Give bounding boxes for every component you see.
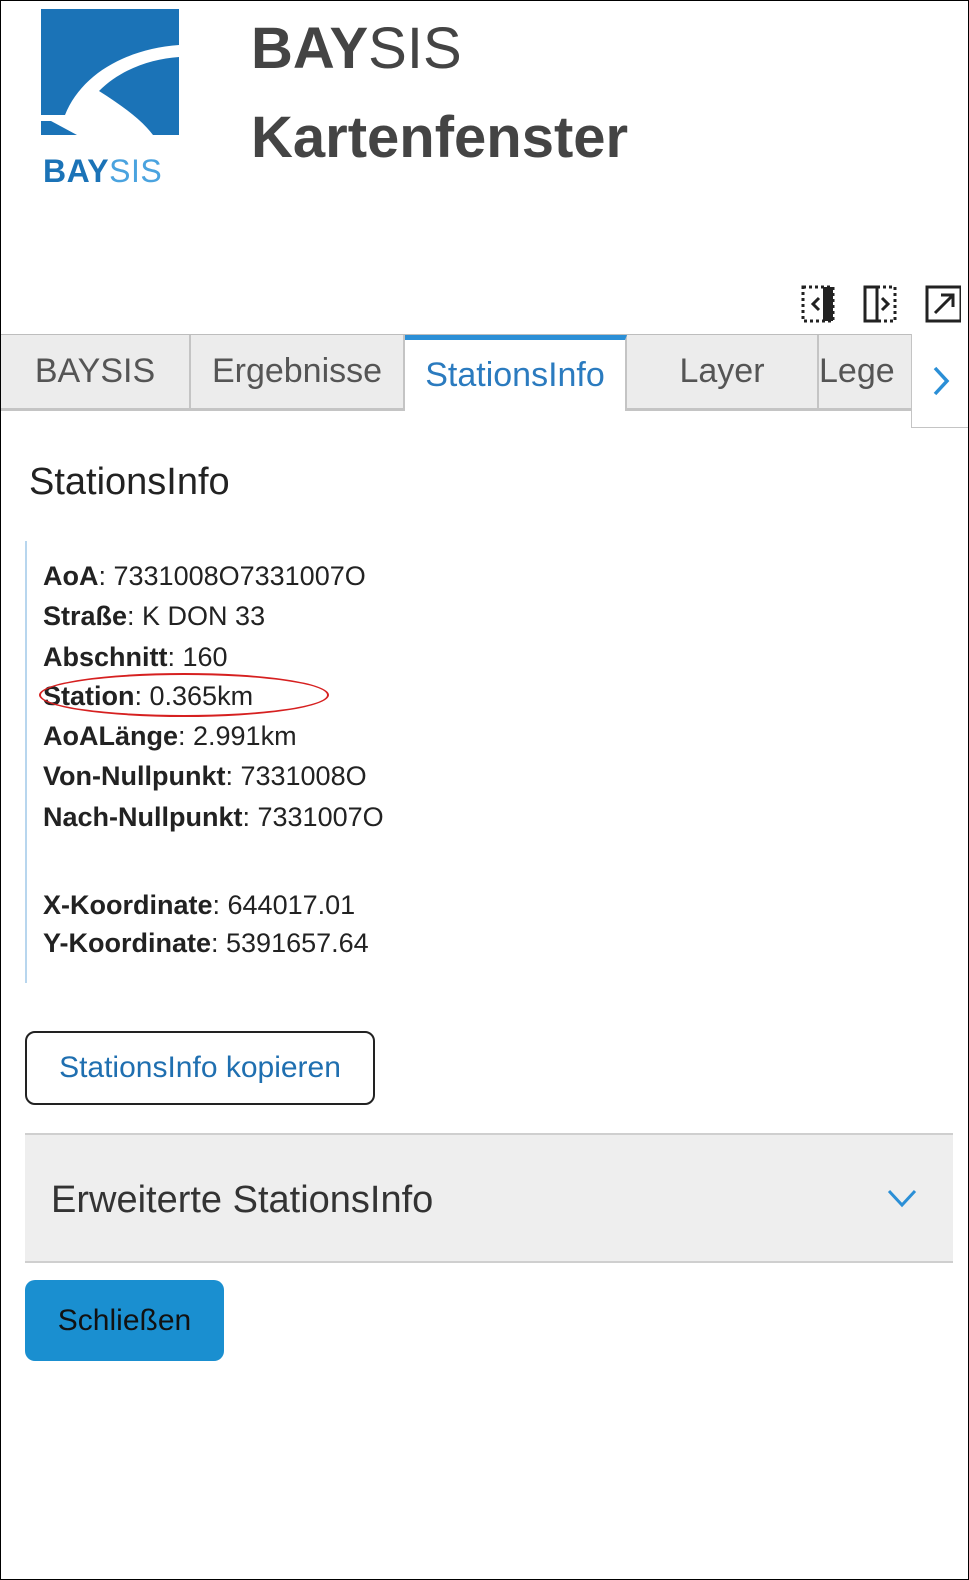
chevron-right-icon	[933, 366, 950, 395]
info-row-strasse: Straße: K DON 33	[43, 601, 266, 631]
logo-text: BAYSIS	[43, 153, 163, 189]
app-subtitle: Kartenfenster	[251, 105, 629, 170]
tab-scroll-next-button[interactable]	[911, 334, 968, 428]
chevron-down-icon	[887, 1189, 917, 1208]
baysis-logo-icon	[41, 9, 179, 135]
close-button[interactable]: Schließen	[25, 1280, 224, 1361]
baysis-logo: BAYSIS	[41, 9, 181, 191]
station-highlight-ellipse	[39, 673, 329, 717]
tab-bar: BAYSIS Ergebnisse StationsInfo Layer Leg…	[1, 334, 968, 413]
copy-stationsinfo-button[interactable]: StationsInfo kopieren	[25, 1031, 375, 1105]
stationsinfo-window: BAYSIS BAYSIS Kartenfenster BAYSIS Ergeb…	[0, 0, 969, 1580]
tab-stationsinfo[interactable]: StationsInfo	[405, 335, 627, 411]
info-row-nach-nullpunkt: Nach-Nullpunkt: 7331007O	[43, 802, 384, 832]
accordion-title: Erweiterte StationsInfo	[51, 1179, 434, 1221]
info-row-y-koordinate: Y-Koordinate: 5391657.64	[43, 928, 369, 958]
open-external-icon[interactable]	[925, 284, 963, 324]
dock-right-icon[interactable]	[863, 284, 899, 324]
info-row-abschnitt: Abschnitt: 160	[43, 642, 228, 672]
dock-left-icon[interactable]	[801, 284, 837, 324]
info-row-x-koordinate: X-Koordinate: 644017.01	[43, 890, 356, 920]
tab-layer[interactable]: Layer	[627, 335, 819, 411]
tab-ergebnisse[interactable]: Ergebnisse	[191, 335, 405, 411]
tab-baysis[interactable]: BAYSIS	[1, 335, 191, 411]
erweiterte-stationsinfo-accordion[interactable]: Erweiterte StationsInfo	[25, 1133, 953, 1263]
info-row-aoa: AoA: 7331008O7331007O	[43, 561, 366, 591]
app-title: BAYSIS	[251, 16, 462, 81]
panel-heading: StationsInfo	[29, 461, 230, 503]
info-row-von-nullpunkt: Von-Nullpunkt: 7331008O	[43, 761, 367, 791]
info-row-aoalaenge: AoALänge: 2.991km	[43, 721, 297, 751]
